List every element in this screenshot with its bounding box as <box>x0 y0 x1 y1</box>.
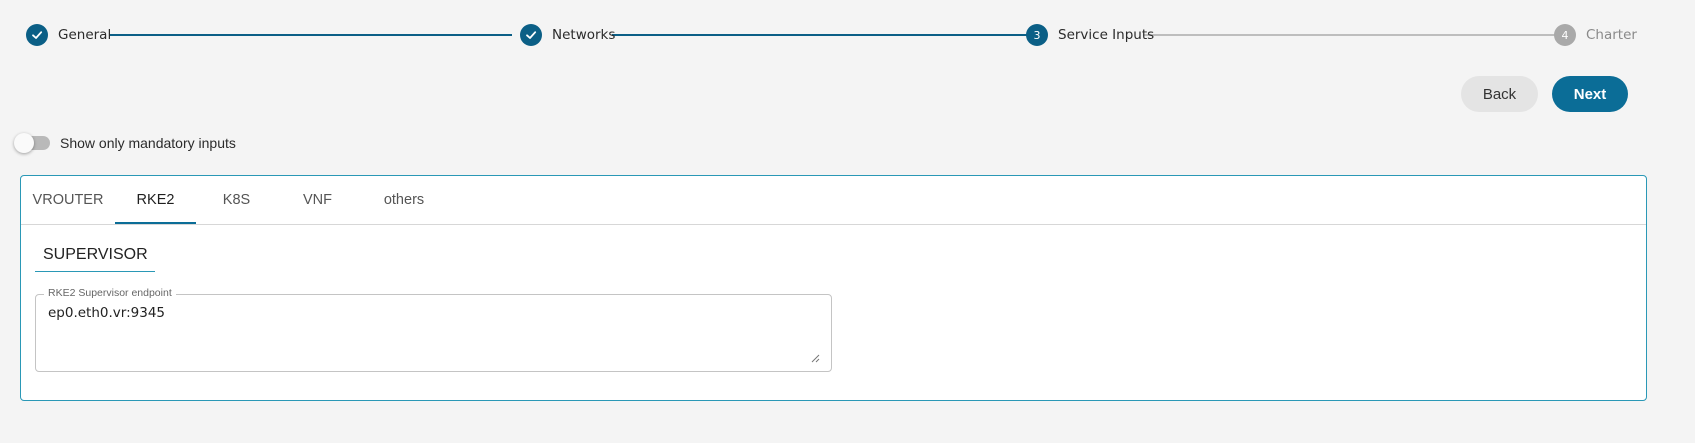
tab-k8s[interactable]: K8S <box>196 176 277 223</box>
tab-others[interactable]: others <box>358 176 450 223</box>
step-label: General <box>58 27 112 43</box>
back-button[interactable]: Back <box>1461 76 1538 112</box>
mandatory-inputs-toggle-row: Show only mandatory inputs <box>14 133 236 153</box>
step-label: Networks <box>552 27 616 43</box>
step-networks[interactable]: Networks <box>520 24 615 46</box>
tab-vrouter[interactable]: VROUTER <box>23 176 113 223</box>
step-charter[interactable]: 4 Charter <box>1554 24 1637 46</box>
wizard-stepper: General Networks 3 Service Inputs 4 Char… <box>26 24 1637 46</box>
field-label: RKE2 Supervisor endpoint <box>44 287 176 299</box>
service-inputs-panel: VROUTER RKE2 K8S VNF others SUPERVISOR R… <box>20 175 1647 401</box>
toggle-thumb <box>14 133 34 153</box>
step-number-badge: 3 <box>1026 24 1048 46</box>
tab-bar: VROUTER RKE2 K8S VNF others <box>21 176 1646 225</box>
resize-grip-icon[interactable] <box>811 354 820 363</box>
check-icon <box>26 24 48 46</box>
tab-rke2[interactable]: RKE2 <box>115 176 196 224</box>
step-number-badge: 4 <box>1554 24 1576 46</box>
mandatory-inputs-toggle[interactable] <box>14 133 50 153</box>
section-title: SUPERVISOR <box>35 246 155 272</box>
step-connector-1 <box>109 34 512 36</box>
step-service-inputs[interactable]: 3 Service Inputs <box>1026 24 1154 46</box>
toggle-label: Show only mandatory inputs <box>60 135 236 151</box>
field-value[interactable]: ep0.eth0.vr:9345 <box>48 305 165 321</box>
tab-vnf[interactable]: VNF <box>277 176 358 223</box>
step-label: Charter <box>1586 27 1637 43</box>
step-connector-3 <box>1143 34 1564 36</box>
supervisor-endpoint-field[interactable]: RKE2 Supervisor endpoint ep0.eth0.vr:934… <box>35 287 832 372</box>
step-general[interactable]: General <box>26 24 111 46</box>
check-icon <box>520 24 542 46</box>
step-label: Service Inputs <box>1058 27 1155 43</box>
next-button[interactable]: Next <box>1552 76 1628 112</box>
step-connector-2 <box>612 34 1029 36</box>
